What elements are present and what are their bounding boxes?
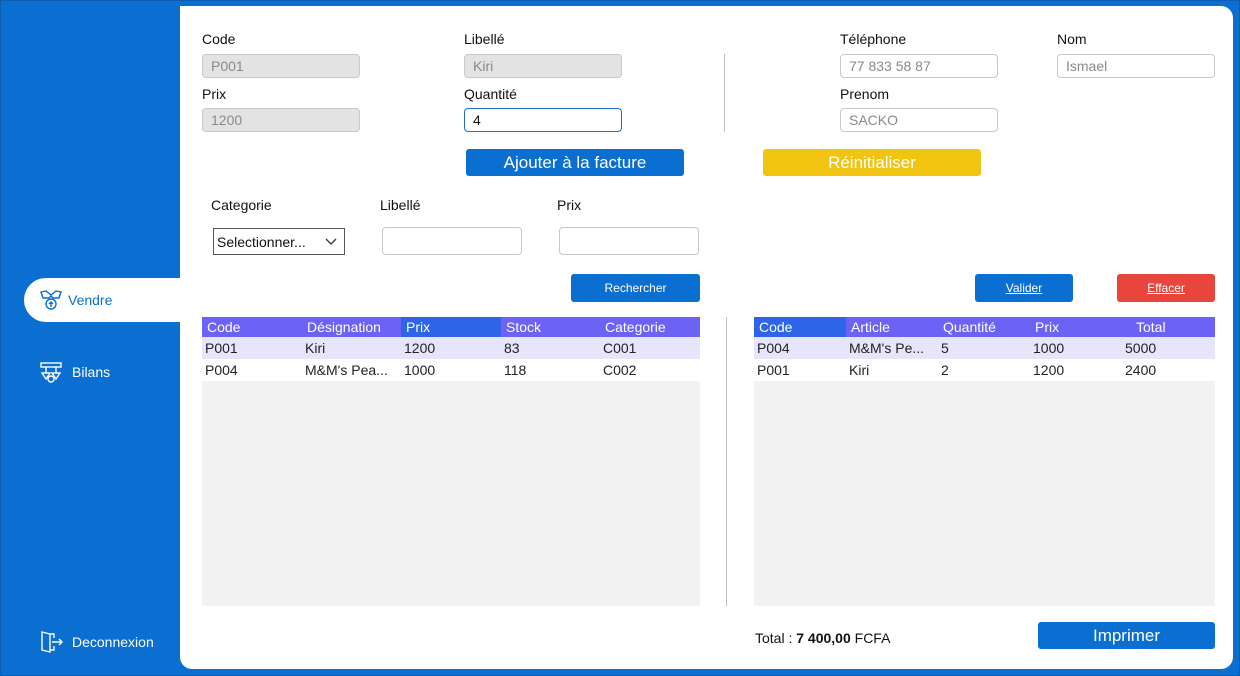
invoice-table-header: Code Article Quantité Prix Total (754, 317, 1215, 337)
prenom-label: Prenom (840, 86, 890, 102)
balance-icon (38, 359, 68, 385)
table-cell: 1200 (404, 340, 436, 356)
sidebar (0, 0, 180, 676)
search-button[interactable]: Rechercher (571, 274, 700, 302)
products-table-header: Code Désignation Prix Stock Categorie (202, 317, 700, 337)
table-cell: 2400 (1125, 362, 1157, 378)
libelle-field[interactable] (464, 54, 622, 78)
quantite-field[interactable] (464, 108, 622, 132)
filter-libelle-field[interactable] (382, 227, 522, 255)
code-label: Code (202, 31, 236, 47)
table-cell: 118 (504, 362, 527, 378)
sidebar-item-label: Vendre (68, 292, 113, 308)
tables-divider (726, 317, 727, 606)
filter-libelle-label: Libellé (380, 197, 421, 213)
telephone-label: Téléphone (840, 31, 907, 47)
reset-button[interactable]: Réinitialiser (763, 149, 981, 176)
table-cell: C001 (603, 340, 637, 356)
column-header-total[interactable]: Total (1122, 317, 1215, 337)
table-cell: C002 (603, 362, 637, 378)
sidebar-item-bilans[interactable]: Bilans (24, 350, 180, 394)
column-header-quantite[interactable]: Quantité (938, 317, 1030, 337)
clear-button[interactable]: Effacer (1117, 274, 1215, 302)
column-header-code[interactable]: Code (754, 317, 846, 337)
print-button[interactable]: Imprimer (1038, 622, 1215, 649)
column-header-designation[interactable]: Désignation (302, 317, 401, 337)
telephone-field[interactable] (840, 54, 998, 78)
table-cell: P004 (757, 340, 790, 356)
total-currency: FCFA (854, 630, 891, 646)
nom-field[interactable] (1057, 54, 1215, 78)
table-cell: 2 (941, 362, 949, 378)
categorie-selected: Selectionner... (217, 233, 306, 250)
table-cell: 1200 (1033, 362, 1065, 378)
code-field[interactable] (202, 54, 360, 78)
table-row[interactable]: P001 Kiri 2 1200 2400 (754, 359, 1215, 381)
table-cell: M&M's Pe... (849, 340, 925, 356)
table-cell: 1000 (404, 362, 436, 378)
filter-prix-field[interactable] (559, 227, 699, 255)
table-cell: M&M's Pea... (305, 362, 388, 378)
add-to-invoice-button[interactable]: Ajouter à la facture (466, 149, 684, 176)
table-cell: P004 (205, 362, 238, 378)
form-divider (724, 54, 725, 132)
products-table[interactable]: Code Désignation Prix Stock Categorie P0… (202, 317, 700, 606)
logout-icon (38, 629, 68, 655)
filter-prix-label: Prix (557, 197, 582, 213)
table-row[interactable]: P001 Kiri 1200 83 C001 (202, 337, 700, 359)
column-header-categorie[interactable]: Categorie (600, 317, 700, 337)
logout-label: Deconnexion (72, 634, 154, 650)
validate-button[interactable]: Valider (975, 274, 1073, 302)
chevron-down-icon (325, 238, 337, 245)
table-cell: 1000 (1033, 340, 1065, 356)
column-header-code[interactable]: Code (202, 317, 302, 337)
prix-label: Prix (202, 86, 227, 102)
categorie-select[interactable]: Selectionner... (213, 228, 345, 255)
prenom-field[interactable] (840, 108, 998, 132)
column-header-stock[interactable]: Stock (501, 317, 600, 337)
sidebar-item-vendre[interactable]: Vendre (24, 278, 194, 322)
table-cell: 83 (504, 340, 520, 356)
table-cell: P001 (757, 362, 790, 378)
table-row[interactable]: P004 M&M's Pea... 1000 118 C002 (202, 359, 700, 381)
categorie-label: Categorie (211, 197, 272, 213)
nom-label: Nom (1057, 31, 1087, 47)
column-header-prix[interactable]: Prix (1030, 317, 1122, 337)
table-cell: P001 (205, 340, 238, 356)
sell-icon (38, 287, 64, 313)
column-header-article[interactable]: Article (846, 317, 938, 337)
logout-button[interactable]: Deconnexion (24, 620, 180, 664)
table-cell: 5 (941, 340, 949, 356)
column-header-prix[interactable]: Prix (401, 317, 501, 337)
invoice-total: Total : 7 400,00 FCFA (755, 630, 890, 646)
table-cell: Kiri (849, 362, 870, 378)
table-cell: 5000 (1125, 340, 1157, 356)
total-label: Total : (755, 630, 793, 646)
libelle-label: Libellé (464, 31, 505, 47)
sidebar-item-label: Bilans (72, 364, 111, 380)
table-row[interactable]: P004 M&M's Pe... 5 1000 5000 (754, 337, 1215, 359)
invoice-table[interactable]: Code Article Quantité Prix Total P004 M&… (754, 317, 1215, 606)
quantite-label: Quantité (464, 86, 517, 102)
prix-field[interactable] (202, 108, 360, 132)
total-amount: 7 400,00 (796, 630, 851, 646)
table-cell: Kiri (305, 340, 326, 356)
